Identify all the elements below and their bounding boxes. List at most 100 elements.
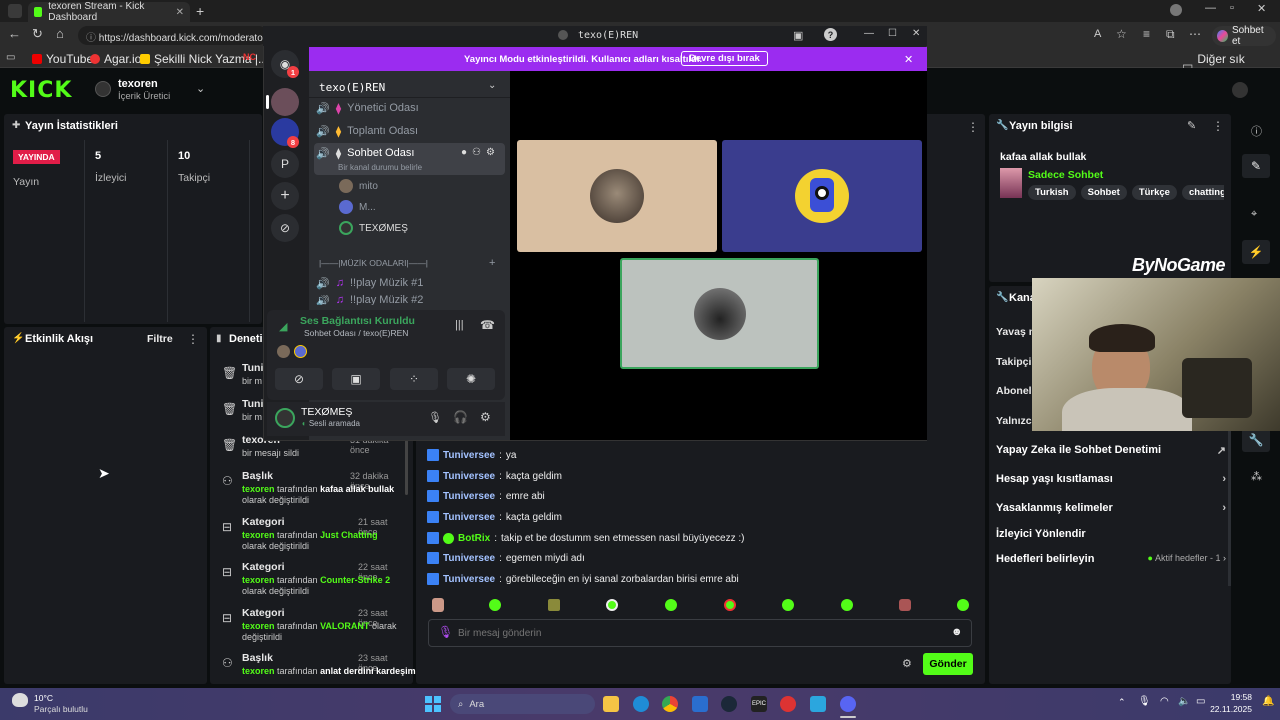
disconnect-icon[interactable]: ☎: [480, 318, 495, 332]
voice-channel-path[interactable]: Sohbet Odası / texo(E)REN: [304, 328, 408, 338]
tray-chevron-icon[interactable]: ⌃: [1118, 697, 1126, 708]
new-tab-icon[interactable]: +: [196, 3, 204, 19]
screen-share-button[interactable]: ▣: [332, 368, 380, 390]
profile-icon[interactable]: [1170, 4, 1182, 16]
maximize-icon[interactable]: ▫: [1230, 2, 1234, 14]
chat-input[interactable]: [458, 624, 928, 642]
reload-icon[interactable]: ↻: [32, 26, 43, 42]
clock-time[interactable]: 19:58: [1216, 692, 1252, 702]
voice-channel-meeting[interactable]: 🔊 ⧫ Toplantı Odası: [316, 121, 506, 141]
ai-moderation-row[interactable]: Yapay Zeka ile Sohbet Denetimi ↗: [996, 444, 1226, 457]
chrome-icon[interactable]: [662, 696, 678, 712]
send-button[interactable]: Gönder: [923, 653, 973, 675]
noise-suppression-icon[interactable]: |||: [455, 319, 464, 331]
apps-icon[interactable]: ⁂: [1251, 470, 1262, 483]
emote-icon[interactable]: [841, 599, 853, 611]
channel-settings-icon[interactable]: ⚙: [486, 147, 495, 158]
more-icon[interactable]: ⋯: [1189, 27, 1201, 41]
windows-start-icon[interactable]: [425, 696, 441, 712]
discover-icon[interactable]: ⊘: [271, 214, 299, 242]
battery-icon[interactable]: ▭: [1196, 696, 1205, 707]
emote-icon[interactable]: [957, 599, 969, 611]
address-bar[interactable]: ⓘ https://dashboard.kick.com/moderator/: [78, 26, 268, 45]
clock-date[interactable]: 22.11.2025: [1206, 704, 1252, 714]
edge-icon[interactable]: [633, 696, 649, 712]
steam-icon[interactable]: [721, 696, 737, 712]
app-icon[interactable]: [780, 696, 796, 712]
voice-tile-texomes-speaking[interactable]: [620, 258, 819, 369]
edit-rail-icon[interactable]: ✎: [1242, 154, 1270, 178]
banner-close-icon[interactable]: ✕: [904, 53, 913, 66]
activity-more-icon[interactable]: ⋮: [187, 332, 199, 346]
channel-status[interactable]: Bir kanal durumu belirle: [338, 163, 422, 172]
goals-row[interactable]: Hedefleri belirleyin ● Aktif hedefler - 1…: [996, 553, 1226, 565]
kick-logo[interactable]: KICK: [10, 78, 72, 103]
emote-icon[interactable]: [548, 599, 560, 611]
mic-icon[interactable]: 🎙: [438, 625, 453, 639]
emote-icon[interactable]: [606, 599, 618, 611]
sidebar-toggle-icon[interactable]: ▭: [6, 52, 15, 63]
info-icon[interactable]: ⓘ: [1251, 123, 1262, 139]
chat-user[interactable]: Tuniversee: [443, 450, 495, 461]
collections-icon[interactable]: ⧉: [1166, 27, 1175, 42]
disable-streamer-mode-button[interactable]: Devre dışı bırak: [681, 51, 768, 66]
chat-more-icon[interactable]: ⋮: [967, 120, 979, 134]
emote-icon[interactable]: [432, 598, 444, 612]
voice-tile-mito[interactable]: [517, 140, 717, 252]
channel-category[interactable]: |——|MÜZİK ODALARI|——|: [319, 258, 428, 268]
user-avatar[interactable]: [1232, 82, 1248, 98]
emote-icon[interactable]: [724, 599, 736, 611]
member-name[interactable]: mito: [359, 181, 378, 192]
home-icon[interactable]: ⌂: [56, 26, 64, 41]
camera-off-button[interactable]: ⊘: [275, 368, 323, 390]
wifi-icon[interactable]: ◠: [1160, 696, 1169, 707]
server-menu-chevron-icon[interactable]: ⌄: [488, 80, 496, 91]
chat-settings-icon[interactable]: ⚙: [902, 657, 912, 670]
tab-close-icon[interactable]: ✕: [176, 7, 184, 18]
favorite-icon[interactable]: ☆: [1116, 27, 1127, 41]
user-settings-icon[interactable]: ⚙: [480, 410, 491, 424]
browser-tab[interactable]: texoren Stream - Kick Dashboard ✕: [28, 1, 190, 23]
bookmark-agario[interactable]: Agar.io: [90, 52, 141, 66]
emote-icon[interactable]: [899, 599, 911, 611]
microphone-icon[interactable]: 🎙: [428, 411, 442, 424]
music-channel-1[interactable]: 🔊 ♫ !!play Müzik #1: [316, 273, 506, 293]
tab-actions-icon[interactable]: [8, 4, 22, 18]
add-channel-icon[interactable]: +: [489, 257, 495, 269]
chat-user[interactable]: Tuniversee: [443, 491, 495, 502]
chat-user[interactable]: BotRix: [458, 533, 490, 544]
server-avatar[interactable]: [271, 88, 299, 116]
signal-icon[interactable]: ◢: [279, 320, 287, 333]
volume-icon[interactable]: 🔈: [1178, 696, 1190, 707]
chat-user[interactable]: Tuniversee: [443, 553, 495, 564]
inbox-icon[interactable]: ▣: [793, 29, 803, 42]
help-icon[interactable]: ?: [824, 28, 837, 41]
weather-cloud-icon[interactable]: [12, 693, 28, 707]
store-icon[interactable]: [692, 696, 708, 712]
weather-temp[interactable]: 10°C: [34, 693, 53, 703]
filter-button[interactable]: Filtre: [147, 333, 173, 345]
voice-channel-admin[interactable]: 🔊 ⧫ Yönetici Odası: [316, 98, 506, 118]
tray-mic-icon[interactable]: 🎙: [1138, 696, 1151, 707]
music-channel-2[interactable]: 🔊 ♫ !!play Müzik #2: [316, 295, 506, 305]
user-avatar[interactable]: [275, 408, 295, 428]
chat-user[interactable]: Tuniversee: [443, 512, 495, 523]
chat-bubble-icon[interactable]: ●: [461, 147, 467, 158]
add-server-icon[interactable]: +: [271, 182, 299, 210]
notifications-icon[interactable]: 🔔: [1262, 696, 1274, 707]
add-member-icon[interactable]: ⚇: [472, 147, 481, 158]
emote-icon[interactable]: [489, 599, 501, 611]
app-icon[interactable]: [810, 696, 826, 712]
chat-user[interactable]: Tuniversee: [443, 471, 495, 482]
member-name[interactable]: TEXØMEŞ: [359, 223, 408, 234]
emote-icon[interactable]: [782, 599, 794, 611]
file-explorer-icon[interactable]: [603, 696, 619, 712]
stream-info-more-icon[interactable]: ⋮: [1212, 119, 1224, 133]
headphones-icon[interactable]: 🎧: [453, 410, 468, 424]
minimize-icon[interactable]: —: [1205, 2, 1216, 14]
wrench-rail-icon[interactable]: 🔧: [1242, 428, 1270, 452]
lightning-icon[interactable]: ⚡: [1242, 240, 1270, 264]
discord-minimize-icon[interactable]: —: [864, 28, 874, 39]
close-window-icon[interactable]: ✕: [1257, 2, 1266, 15]
discord-close-icon[interactable]: ✕: [912, 28, 920, 39]
